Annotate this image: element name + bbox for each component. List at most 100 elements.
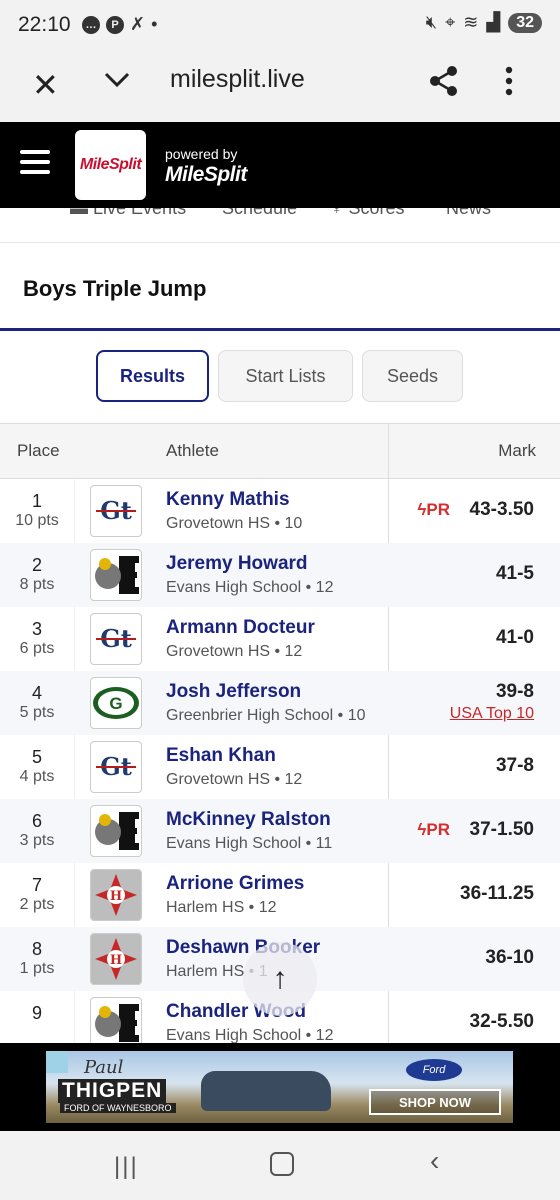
tab-results[interactable]: Results [96, 350, 209, 402]
close-icon[interactable]: ✕ [32, 66, 59, 104]
notification-icons: … P ✗ • [82, 14, 157, 35]
athlete-name[interactable]: Chandler Wood [166, 1001, 333, 1023]
scroll-to-top-button[interactable]: ↑ [243, 942, 317, 1016]
athlete-cell: Josh Jefferson Greenbrier High School • 1… [166, 681, 365, 725]
athlete-name[interactable]: Armann Docteur [166, 617, 315, 639]
pr-badge: ϟPR [417, 820, 450, 839]
table-row[interactable]: 63 pts McKinney Ralston Evans High School … [0, 799, 560, 863]
subnav-schedule[interactable]: Schedule [222, 208, 297, 219]
back-icon[interactable]: ‹ [430, 1145, 439, 1177]
place-cell: 36 pts [0, 619, 74, 659]
more-icon[interactable] [503, 64, 515, 103]
subnav-scores[interactable]: ♆ Scores [330, 208, 405, 219]
site-header: MileSplit powered by MileSplit [0, 122, 560, 208]
school-logo: Gt [90, 741, 142, 793]
mute-icon: 🔇︎ [425, 12, 438, 32]
url-text[interactable]: milesplit.live [170, 65, 305, 94]
table-row[interactable]: 36 pts Gt Armann Docteur Grovetown HS • 12 4… [0, 607, 560, 671]
wifi-icon: ≋ [463, 12, 479, 32]
location-icon: ⌖ [445, 12, 456, 32]
logo-text: MileSplit [79, 156, 142, 173]
car-image [201, 1071, 331, 1111]
table-row[interactable]: 1 10 pts Gt Kenny Mathis Grovetown HS • 10 ϟP… [0, 479, 560, 543]
header-athlete: Athlete [166, 441, 219, 460]
place-number: 8 [31, 939, 42, 959]
place-number: 1 [31, 491, 42, 511]
arrow-up-icon: ↑ [272, 962, 288, 995]
browser-toolbar: ✕ milesplit.live [0, 50, 560, 122]
usa-top-10-link[interactable]: USA Top 10 [450, 705, 534, 723]
athlete-cell: Jeremy Howard Evans High School • 12 [166, 553, 333, 597]
svg-text:H: H [110, 889, 122, 904]
place-cell: 45 pts [0, 683, 74, 723]
athlete-name[interactable]: Eshan Khan [166, 745, 302, 767]
school-logo: Gt [90, 485, 142, 537]
points: 5 pts [19, 704, 55, 721]
mark-value: 36-11.25 [460, 883, 534, 904]
results-tabs: Results Start Lists Seeds [96, 350, 463, 402]
home-icon[interactable] [270, 1152, 294, 1176]
place-cell: 81 pts [0, 939, 74, 979]
status-time: 22:10 [18, 13, 71, 36]
athlete-school: Grovetown HS • 10 [166, 515, 303, 532]
athlete-school: Greenbrier High School • 10 [166, 707, 366, 724]
mark-value: 41-0 [495, 627, 534, 648]
points: 3 pts [19, 832, 55, 849]
athlete-name[interactable]: McKinney Ralston [166, 809, 332, 831]
ad-choices-icon[interactable] [46, 1051, 68, 1073]
athlete-cell: Armann Docteur Grovetown HS • 12 [166, 617, 315, 661]
milesplit-logo[interactable]: MileSplit [75, 130, 146, 200]
athlete-cell: Eshan Khan Grovetown HS • 12 [166, 745, 302, 789]
svg-text:G: G [109, 694, 122, 713]
shop-now-button[interactable]: SHOP NOW [369, 1089, 501, 1115]
place-cell: 72 pts [0, 875, 74, 915]
table-row[interactable]: 72 pts H Arrione Grimes Harlem HS • 12 36-11… [0, 863, 560, 927]
menu-icon[interactable] [20, 150, 50, 180]
header-place: Place [17, 441, 60, 460]
athlete-cell: Chandler Wood Evans High School • 12 [166, 1001, 333, 1045]
table-row[interactable]: 28 pts Jeremy Howard Evans High School • 1… [0, 543, 560, 607]
pinterest-icon: P [106, 15, 124, 34]
header-mark: Mark [498, 441, 536, 460]
points: 2 pts [19, 896, 55, 913]
athlete-name[interactable]: Jeremy Howard [166, 553, 333, 575]
athlete-cell: McKinney Ralston Evans High School • 11 [166, 809, 332, 853]
subnav-news[interactable]: News [446, 208, 491, 219]
event-title: Boys Triple Jump [23, 276, 207, 301]
athlete-cell: Kenny Mathis Grovetown HS • 10 [166, 489, 302, 533]
place-number: 4 [31, 683, 42, 703]
tab-seeds[interactable]: Seeds [362, 350, 463, 402]
chevron-down-icon[interactable] [100, 62, 134, 101]
subnav-live-events[interactable]: ▬ Live Events [70, 208, 186, 219]
ford-logo: Ford [406, 1059, 462, 1081]
place-number: 3 [31, 619, 42, 639]
school-logo: G [90, 677, 142, 729]
athlete-name[interactable]: Arrione Grimes [166, 873, 304, 895]
tab-start-lists[interactable]: Start Lists [218, 350, 353, 402]
place-cell: 1 10 pts [0, 491, 74, 531]
place-cell: 63 pts [0, 811, 74, 851]
ad-name-script: Paul [84, 1057, 124, 1078]
athlete-school: Harlem HS • 12 [166, 899, 277, 916]
powered-by-brand: MileSplit [165, 163, 247, 186]
points: 1 pts [19, 960, 55, 977]
app-icon: ✗ [130, 14, 146, 34]
sub-navigation: ▬ Live Events Schedule ♆ Scores News [0, 208, 560, 243]
mark-value: 43-3.50 [469, 499, 534, 520]
mark-value: 32-5.50 [469, 1011, 534, 1032]
place-cell: 28 pts [0, 555, 74, 595]
athlete-cell: Arrione Grimes Harlem HS • 12 [166, 873, 304, 917]
ad-creative[interactable]: Paul THIGPEN FORD OF WAYNESBORO Ford SHO… [46, 1051, 513, 1123]
ad-name-main: THIGPEN [58, 1079, 167, 1103]
system-icons: 🔇︎ ⌖ ≋ ▟ 32 [426, 12, 542, 33]
table-row[interactable]: 45 pts G Josh Jefferson Greenbrier High Sch… [0, 671, 560, 735]
athlete-name[interactable]: Josh Jefferson [166, 681, 365, 703]
athlete-name[interactable]: Kenny Mathis [166, 489, 302, 511]
school-logo: Gt [90, 613, 142, 665]
share-icon[interactable] [428, 64, 460, 103]
title-divider [0, 328, 560, 331]
place-number: 6 [31, 811, 42, 831]
recents-icon[interactable]: ||| [114, 1153, 139, 1181]
powered-by-label: powered by [165, 146, 238, 162]
table-row[interactable]: 54 pts Gt Eshan Khan Grovetown HS • 12 37-8 [0, 735, 560, 799]
